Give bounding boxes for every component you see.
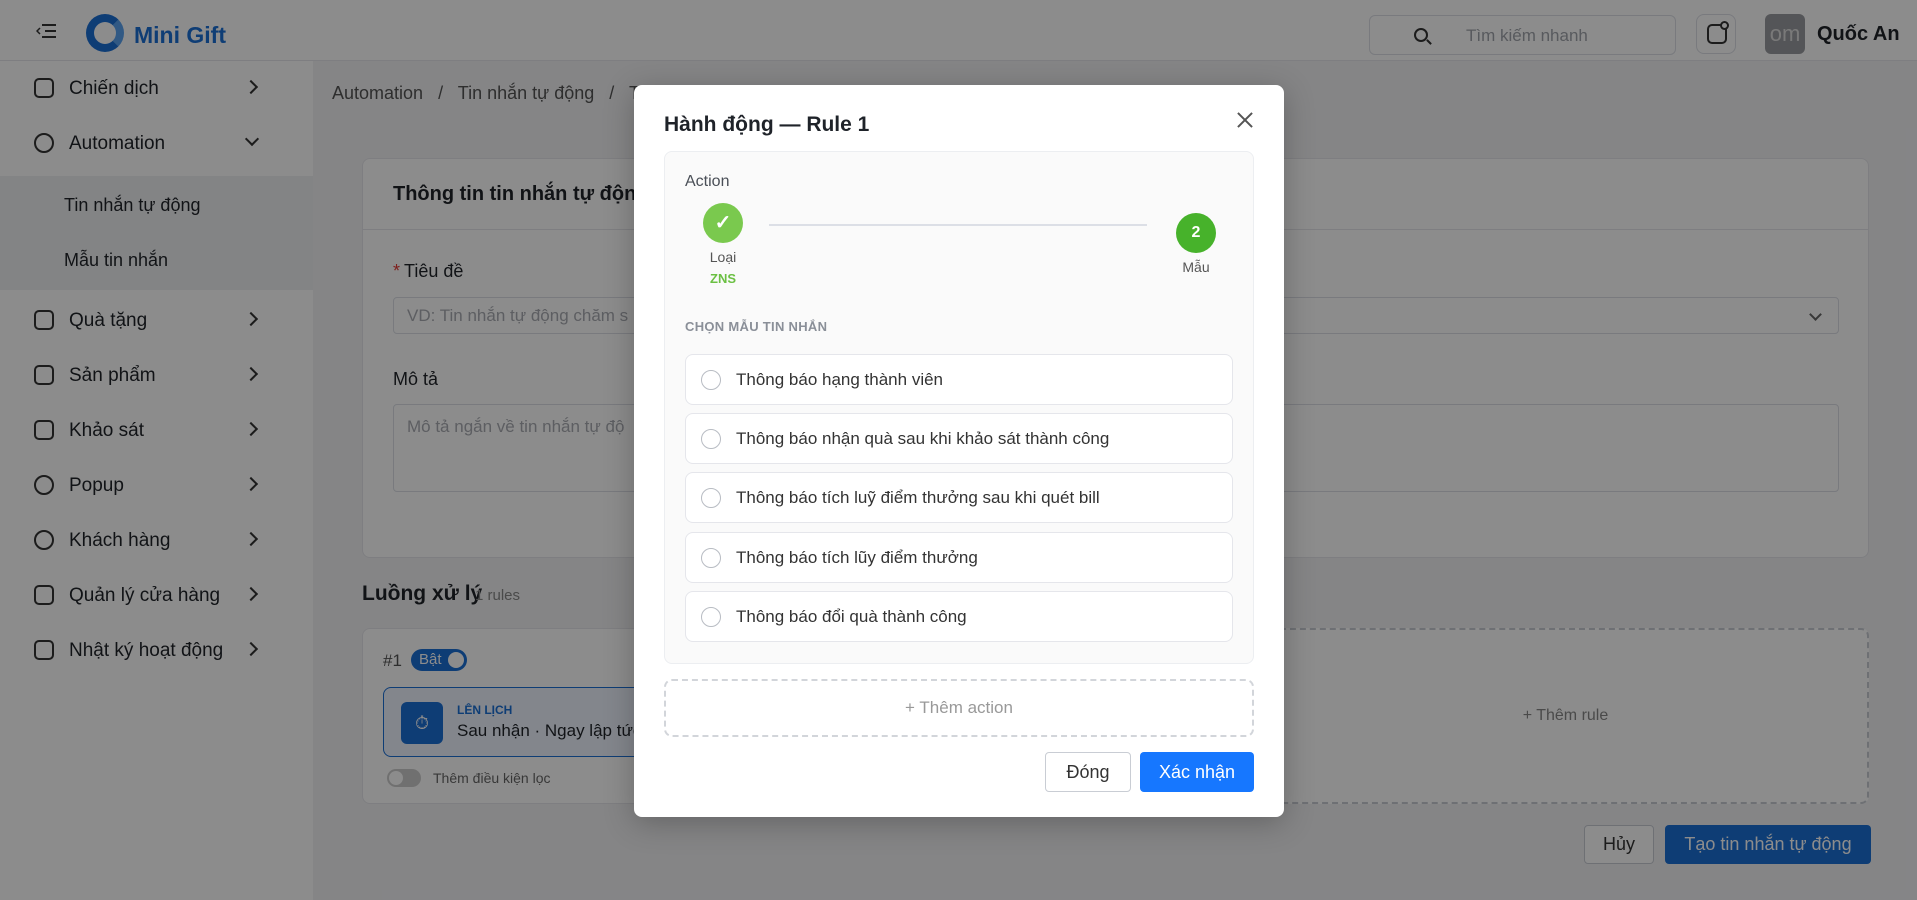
option-label: Thông báo tích lũy điểm thưởng xyxy=(736,548,978,567)
step-type-value: ZNS xyxy=(710,271,736,286)
template-option[interactable]: Thông báo nhận quà sau khi khảo sát thàn… xyxy=(685,413,1233,464)
template-option[interactable]: Thông báo hạng thành viên xyxy=(685,354,1233,405)
step-template-number[interactable]: 2 xyxy=(1176,213,1216,253)
radio-button[interactable] xyxy=(701,607,721,627)
stepper-line xyxy=(769,224,1147,226)
option-label: Thông báo đổi quà thành công xyxy=(736,607,967,626)
template-option[interactable]: Thông báo tích lũy điểm thưởng xyxy=(685,532,1233,583)
step-type-label: Loại xyxy=(709,249,737,265)
template-option[interactable]: Thông báo tích luỹ điểm thưởng sau khi q… xyxy=(685,472,1233,523)
confirm-button[interactable]: Xác nhận xyxy=(1140,752,1254,792)
add-action-button[interactable]: + Thêm action xyxy=(664,679,1254,737)
action-panel: Action ✓ Loại ZNS 2 Mẫu CHỌN MẪU TIN NHẮ… xyxy=(664,151,1254,664)
action-label: Action xyxy=(685,173,730,190)
modal-title: Hành động — Rule 1 xyxy=(664,113,870,136)
add-action-label: + Thêm action xyxy=(905,698,1013,717)
option-label: Thông báo tích luỹ điểm thưởng sau khi q… xyxy=(736,488,1100,507)
radio-button[interactable] xyxy=(701,548,721,568)
option-label: Thông báo nhận quà sau khi khảo sát thàn… xyxy=(736,429,1110,448)
template-option[interactable]: Thông báo đổi quà thành công xyxy=(685,591,1233,642)
action-modal: Hành động — Rule 1 Action ✓ Loại ZNS 2 M… xyxy=(634,85,1284,817)
radio-button[interactable] xyxy=(701,370,721,390)
choose-template-label: CHỌN MẪU TIN NHẮN xyxy=(685,319,828,334)
step-template-label: Mẫu xyxy=(1182,259,1210,275)
radio-button[interactable] xyxy=(701,429,721,449)
option-label: Thông báo hạng thành viên xyxy=(736,370,944,389)
radio-button[interactable] xyxy=(701,488,721,508)
close-button[interactable]: Đóng xyxy=(1045,752,1131,792)
close-icon[interactable] xyxy=(1234,109,1256,131)
step-type-check-icon[interactable]: ✓ xyxy=(703,203,743,243)
